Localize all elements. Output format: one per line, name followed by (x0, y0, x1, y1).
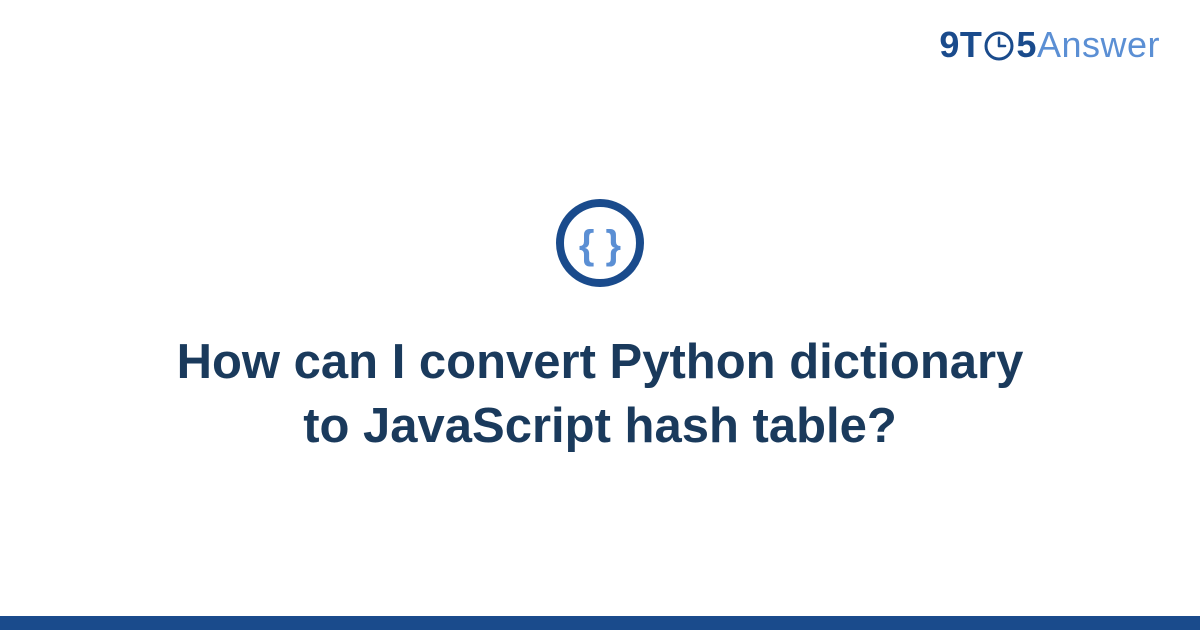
header: 9T 5 Answer (0, 0, 1200, 66)
bottom-accent-bar (0, 616, 1200, 630)
logo-text-word: Answer (1037, 24, 1160, 66)
logo-text-suffix: 5 (1016, 24, 1037, 66)
main-content: { } How can I convert Python dictionary … (0, 66, 1200, 630)
code-braces-icon: { } (555, 198, 645, 293)
logo-text-prefix: 9T (939, 24, 982, 66)
svg-text:{ }: { } (579, 223, 621, 267)
question-title: How can I convert Python dictionary to J… (150, 331, 1050, 458)
clock-icon (984, 31, 1014, 61)
site-logo[interactable]: 9T 5 Answer (939, 24, 1160, 66)
